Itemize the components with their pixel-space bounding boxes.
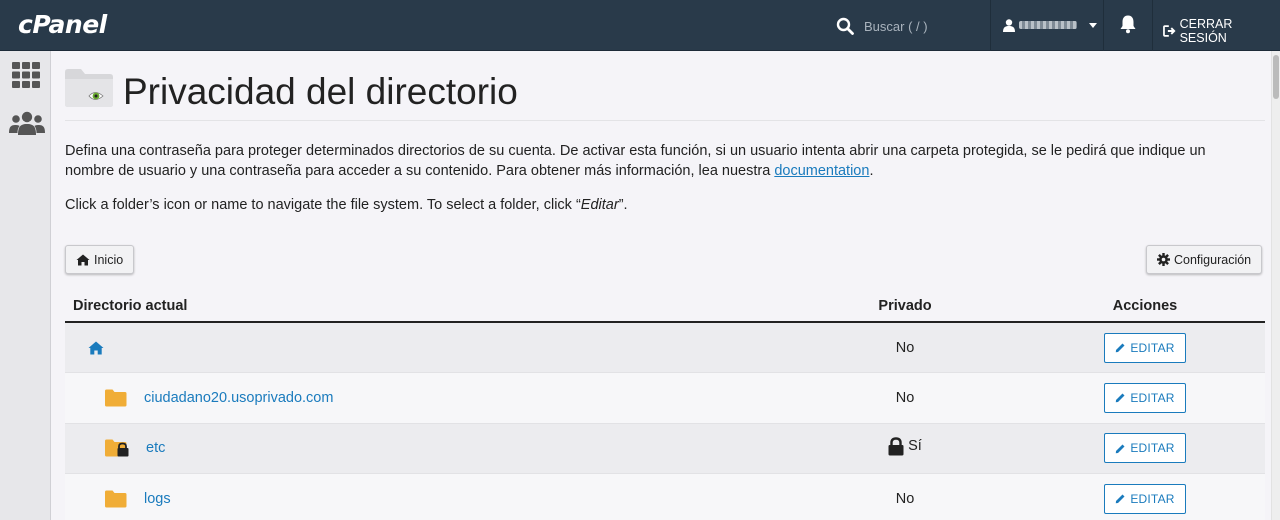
- edit-button-label: EDITAR: [1130, 340, 1175, 355]
- settings-button[interactable]: Configuración: [1146, 245, 1263, 274]
- search-box[interactable]: Buscar ( / ): [836, 14, 928, 38]
- divider: [1103, 0, 1104, 51]
- private-status: No: [785, 322, 1025, 373]
- hint-text: Click a folder’s icon or name to navigat…: [65, 197, 581, 213]
- documentation-link[interactable]: documentation: [774, 163, 869, 179]
- pencil-icon: [1116, 494, 1125, 504]
- bell-icon[interactable]: [1119, 14, 1137, 34]
- page-header: Privacidad del directorio: [65, 67, 1265, 121]
- home-icon[interactable]: [88, 341, 104, 355]
- column-header-private[interactable]: Privado: [785, 291, 1025, 323]
- locked-folder-icon[interactable]: [105, 439, 129, 457]
- pencil-icon: [1116, 343, 1125, 353]
- edit-button[interactable]: EDITAR: [1104, 483, 1186, 514]
- private-status: No: [785, 372, 1025, 424]
- folder-eye-icon: [65, 69, 113, 107]
- cpanel-logo[interactable]: cPanel: [18, 10, 107, 39]
- users-group-icon[interactable]: [9, 109, 45, 137]
- settings-button-label: Configuración: [1174, 252, 1252, 267]
- username-redacted: [1019, 21, 1077, 29]
- private-status: Sí: [888, 437, 922, 456]
- directory-table: Directorio actual Privado Acciones No ED…: [65, 291, 1265, 520]
- hint-edit-word: Editar: [580, 197, 619, 213]
- directory-cell: ciudadano20.usoprivado.com: [65, 389, 785, 407]
- logout-icon: [1163, 25, 1176, 37]
- scrollbar-thumb[interactable]: [1273, 55, 1279, 99]
- pencil-icon: [1116, 444, 1125, 453]
- folder-icon[interactable]: [105, 389, 127, 407]
- divider: [1152, 0, 1153, 51]
- directory-link[interactable]: ciudadano20.usoprivado.com: [144, 390, 333, 406]
- home-button-label: Inicio: [94, 252, 124, 267]
- private-status: No: [785, 473, 1025, 520]
- column-header-actions: Acciones: [1025, 291, 1265, 323]
- main-content: Privacidad del directorio Defina una con…: [51, 51, 1267, 520]
- directory-cell: logs: [65, 490, 785, 508]
- edit-button-label: EDITAR: [1130, 441, 1175, 456]
- sidebar: [0, 51, 51, 520]
- top-bar: cPanel Buscar ( / ) CERRAR SESIÓN: [0, 0, 1280, 51]
- edit-button[interactable]: EDITAR: [1104, 433, 1186, 464]
- search-input[interactable]: Buscar ( / ): [864, 19, 928, 34]
- table-row: etc Sí EDITAR: [65, 423, 1265, 474]
- home-icon: [76, 254, 90, 265]
- directory-link[interactable]: logs: [144, 491, 171, 507]
- navigation-hint: Click a folder’s icon or name to navigat…: [65, 197, 628, 213]
- search-icon[interactable]: [836, 17, 854, 35]
- page-description: Defina una contraseña para proteger dete…: [65, 141, 1255, 181]
- table-row: ciudadano20.usoprivado.com No EDITAR: [65, 372, 1265, 424]
- directory-link[interactable]: etc: [146, 440, 165, 456]
- page-title: Privacidad del directorio: [123, 71, 518, 112]
- folder-icon[interactable]: [105, 490, 127, 508]
- chevron-down-icon[interactable]: [1089, 22, 1097, 28]
- user-icon: [1003, 18, 1015, 32]
- directory-cell: etc: [65, 439, 785, 457]
- gear-icon: [1157, 253, 1170, 266]
- user-menu[interactable]: [1003, 15, 1097, 35]
- table-row: logs No EDITAR: [65, 473, 1265, 520]
- pencil-icon: [1116, 393, 1125, 403]
- home-button[interactable]: Inicio: [65, 245, 135, 274]
- private-status-label: Sí: [908, 438, 922, 455]
- edit-button[interactable]: EDITAR: [1104, 382, 1186, 413]
- table-row: No EDITAR: [65, 322, 1265, 373]
- lock-icon: [888, 437, 904, 456]
- divider: [990, 0, 991, 51]
- description-end: .: [869, 163, 874, 179]
- scrollbar[interactable]: [1271, 51, 1280, 520]
- edit-button[interactable]: EDITAR: [1104, 332, 1186, 363]
- logout-button[interactable]: CERRAR SESIÓN: [1163, 17, 1280, 45]
- description-text: Defina una contraseña para proteger dete…: [65, 143, 1206, 179]
- logout-label: CERRAR SESIÓN: [1179, 17, 1233, 45]
- edit-button-label: EDITAR: [1130, 390, 1175, 405]
- directory-cell: [65, 341, 785, 355]
- apps-grid-icon[interactable]: [10, 61, 42, 89]
- edit-button-label: EDITAR: [1130, 491, 1175, 506]
- column-header-directory[interactable]: Directorio actual: [65, 291, 785, 323]
- hint-end: ”.: [618, 197, 628, 213]
